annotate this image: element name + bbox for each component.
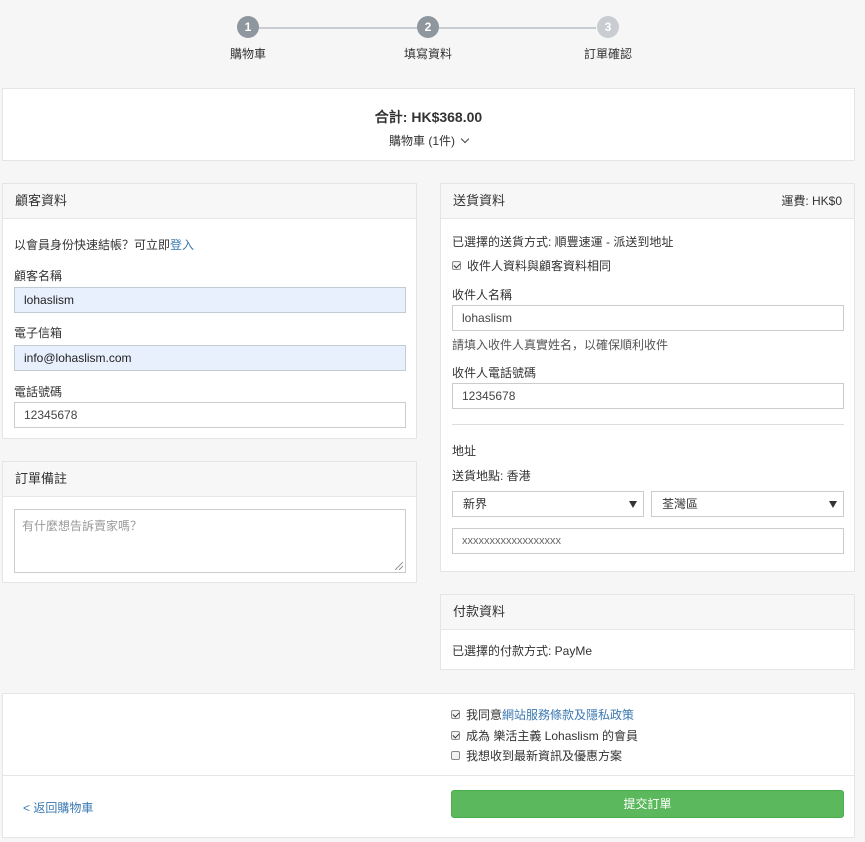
- resize-handle-icon[interactable]: [395, 562, 403, 570]
- step-label: 訂單確認: [583, 47, 632, 61]
- customer-name-input[interactable]: lohaslism: [14, 287, 406, 313]
- address-label: 地址: [452, 444, 477, 458]
- delivery-panel: 送貨資料 運費: HK$0 已選擇的送貨方式: 順豐速運 - 派送到地址 收件人…: [440, 183, 855, 572]
- payment-panel: 付款資料 已選擇的付款方式: PayMe: [440, 594, 855, 670]
- order-summary: 合計: HK$368.00 購物車 (1件): [2, 88, 855, 161]
- newsletter-checkbox[interactable]: [451, 751, 460, 761]
- checkout-stepper: 1 購物車 2 填寫資料 3 訂單確認: [0, 16, 865, 66]
- terms-option[interactable]: 我同意網站服務條款及隱私政策: [451, 706, 634, 723]
- customer-name-label: 顧客名稱: [14, 269, 63, 283]
- recipient-phone-label: 收件人電話號碼: [452, 366, 537, 380]
- step-confirm: 3 訂單確認: [548, 16, 668, 62]
- step-number: 1: [237, 16, 259, 38]
- remarks-panel-title: 訂單備註: [3, 462, 416, 497]
- remarks-placeholder: 有什麼想告訴賣家嗎？: [22, 519, 143, 533]
- shipping-fee: 運費: HK$0: [781, 194, 842, 208]
- dropdown-caret-icon: [629, 501, 637, 508]
- divider: [3, 775, 854, 776]
- same-as-customer-checkbox[interactable]: [452, 261, 461, 271]
- newsletter-option[interactable]: 我想收到最新資訊及優惠方案: [451, 747, 622, 764]
- same-as-customer-label: 收件人資料與顧客資料相同: [467, 259, 612, 273]
- address-input[interactable]: xxxxxxxxxxxxxxxxxx: [452, 528, 844, 554]
- remarks-textarea[interactable]: 有什麼想告訴賣家嗎？: [14, 509, 406, 573]
- order-total: 合計: HK$368.00: [374, 109, 483, 125]
- phone-label: 電話號碼: [14, 385, 63, 399]
- cart-toggle-label: 購物車 (1件): [388, 134, 455, 148]
- customer-panel-title: 顧客資料: [3, 184, 416, 219]
- member-checkbox[interactable]: [451, 731, 460, 741]
- email-field[interactable]: info@lohaslism.com: [14, 345, 406, 371]
- member-option[interactable]: 成為 樂活主義 Lohaslism 的會員: [451, 727, 638, 744]
- dropdown-caret-icon: [829, 501, 837, 508]
- payment-method: 已選擇的付款方式: PayMe: [452, 644, 593, 658]
- delivery-method: 已選擇的送貨方式: 順豐速運 - 派送到地址: [452, 235, 674, 249]
- chevron-down-icon: [460, 134, 470, 144]
- district-select[interactable]: 荃灣區: [651, 491, 844, 517]
- terms-checkbox[interactable]: [451, 710, 460, 720]
- customer-panel: 顧客資料 以會員身份快速結帳？可立即登入 顧客名稱 lohaslism 電子信箱…: [2, 183, 417, 439]
- same-as-customer-option[interactable]: 收件人資料與顧客資料相同: [452, 257, 611, 274]
- remarks-panel: 訂單備註 有什麼想告訴賣家嗎？: [2, 461, 417, 583]
- back-to-cart-link[interactable]: < 返回購物車: [23, 799, 93, 816]
- delivery-panel-header: 送貨資料 運費: HK$0: [441, 184, 854, 219]
- delivery-panel-title: 送貨資料: [453, 193, 506, 208]
- region-select-value: 新界: [463, 497, 488, 511]
- divider: [452, 424, 844, 425]
- email-label: 電子信箱: [14, 326, 63, 340]
- district-select-value: 荃灣區: [662, 497, 699, 511]
- recipient-name-label: 收件人名稱: [452, 288, 513, 302]
- cart-toggle[interactable]: 購物車 (1件): [3, 132, 854, 149]
- step-number: 3: [597, 16, 619, 38]
- step-details: 2 填寫資料: [368, 16, 488, 62]
- delivery-location: 送貨地點: 香港: [452, 469, 531, 483]
- member-label: 成為 樂活主義 Lohaslism 的會員: [466, 729, 639, 743]
- newsletter-label: 我想收到最新資訊及優惠方案: [466, 749, 623, 763]
- payment-panel-title: 付款資料: [441, 595, 854, 630]
- phone-input[interactable]: 12345678: [14, 402, 406, 428]
- login-link[interactable]: 登入: [170, 238, 194, 252]
- step-label: 填寫資料: [403, 47, 452, 61]
- region-select[interactable]: 新界: [452, 491, 644, 517]
- step-cart[interactable]: 1 購物車: [188, 16, 308, 62]
- recipient-hint: 請填入收件人真實姓名，以確保順利收件: [452, 338, 669, 352]
- terms-link[interactable]: 網站服務條款及隱私政策: [502, 708, 634, 722]
- submit-order-button[interactable]: 提交訂單: [451, 790, 844, 818]
- step-label: 購物車: [229, 47, 266, 61]
- login-prompt: 以會員身份快速結帳？可立即登入: [14, 238, 195, 252]
- recipient-name-input[interactable]: lohaslism: [452, 305, 844, 331]
- terms-prefix: 我同意: [466, 708, 503, 722]
- step-number: 2: [417, 16, 439, 38]
- recipient-phone-input[interactable]: 12345678: [452, 383, 844, 409]
